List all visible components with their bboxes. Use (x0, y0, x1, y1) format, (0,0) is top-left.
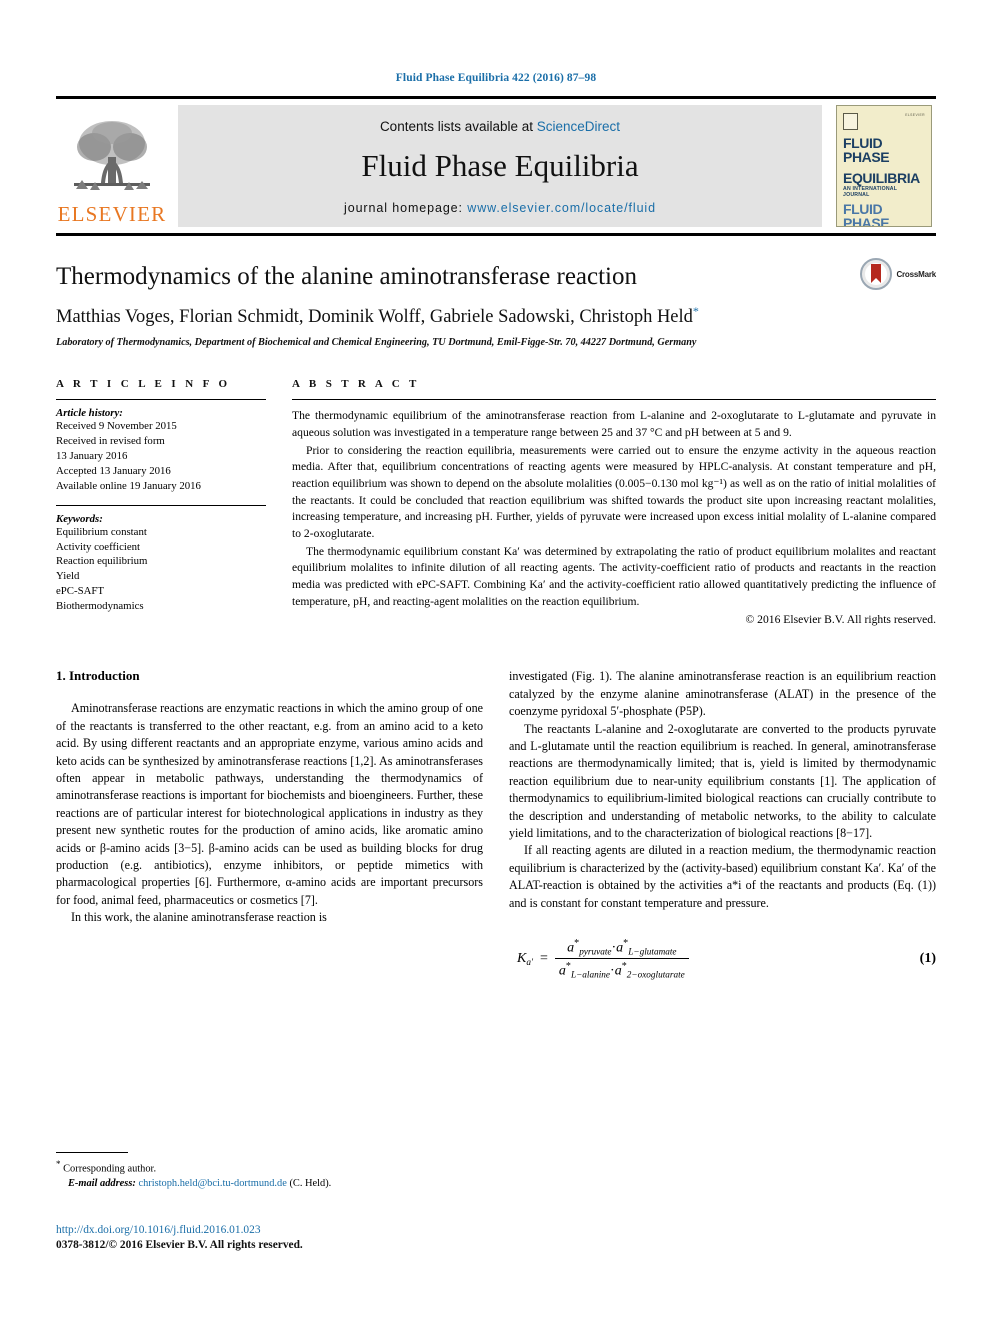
journal-masthead: ELSEVIER Contents lists available at Sci… (56, 96, 936, 236)
intro-paragraph: In this work, the alanine aminotransfera… (71, 910, 327, 925)
article-info-column: A R T I C L E I N F O Article history: R… (56, 378, 266, 626)
cover-corner-text: ELSEVIER (905, 113, 925, 117)
running-head: Fluid Phase Equilibria 422 (2016) 87–98 (395, 72, 597, 84)
email-label: E-mail address: (68, 1178, 136, 1190)
crossmark-icon (860, 258, 893, 290)
equation-lhs-subscript: a′ (526, 956, 533, 967)
equation-numerator: a*pyruvate·a*L−glutamate (563, 938, 680, 958)
intro-paragraph: If all reacting agents are diluted in a … (509, 843, 936, 910)
equation-lhs: Ka′ (517, 951, 533, 967)
intro-paragraph: investigated (Fig. 1). The alanine amino… (509, 669, 936, 719)
article-info-heading: A R T I C L E I N F O (56, 378, 231, 391)
issn-copyright-line: 0378-3812/© 2016 Elsevier B.V. All right… (56, 1239, 303, 1252)
author-names: Matthias Voges, Florian Schmidt, Dominik… (56, 307, 693, 328)
abstract-heading: A B S T R A C T (292, 378, 420, 391)
section-heading-introduction: 1. Introduction (56, 668, 140, 684)
contents-prefix: Contents lists available at (379, 119, 537, 134)
article-history-item: Available online 19 January 2016 (56, 479, 201, 492)
elsevier-logo: ELSEVIER (56, 105, 168, 227)
num-a1-sub: pyruvate (579, 946, 612, 957)
contents-available-line: Contents lists available at ScienceDirec… (380, 119, 620, 134)
masthead-center-panel: Contents lists available at ScienceDirec… (178, 105, 822, 227)
keyword-item: Biothermodynamics (56, 600, 144, 613)
abstract-column: A B S T R A C T The thermodynamic equili… (292, 378, 936, 626)
corresponding-author-marker: * (692, 304, 699, 318)
email-note: E-mail address: christoph.held@bci.tu-do… (56, 1177, 456, 1192)
title-block: CrossMark Thermodynamics of the alanine … (56, 258, 936, 349)
cover-topbar: ELSEVIER (843, 113, 925, 130)
journal-cover-thumbnail: ELSEVIER FLUID PHASE EQUILIBRIA AN INTER… (832, 105, 936, 227)
equation-number: (1) (919, 950, 936, 966)
corresponding-author-note: * Corresponding author. (56, 1158, 456, 1177)
keyword-item: Equilibrium constant (56, 525, 147, 538)
footnote-rule (56, 1152, 128, 1153)
article-history-item: Received 9 November 2015 (56, 420, 177, 433)
den-a2-sub: 2−oxoglutarate (626, 969, 685, 980)
cover-line2: EQUILIBRIA (843, 169, 920, 186)
intro-paragraph: Aminotransferase reactions are enzymatic… (56, 701, 483, 907)
abstract-copyright: © 2016 Elsevier B.V. All rights reserved… (745, 613, 936, 627)
equation-denominator: a*L−alanine·a*2−oxoglutarate (554, 957, 689, 980)
den-a1-sub: L−alanine (570, 969, 611, 980)
article-history-item: 13 January 2016 (56, 449, 128, 462)
author-list: Matthias Voges, Florian Schmidt, Dominik… (56, 304, 936, 328)
cover-line1: FLUID PHASE (843, 135, 890, 166)
article-info-rule (56, 399, 266, 401)
article-history-item: Accepted 13 January 2016 (56, 464, 171, 477)
crossmark-badge[interactable]: CrossMark (860, 258, 936, 290)
elsevier-tree-icon (74, 121, 150, 190)
keyword-item: ePC-SAFT (56, 585, 104, 598)
email-link[interactable]: christoph.held@bci.tu-dortmund.de (138, 1178, 286, 1189)
keywords-label: Keywords: (56, 512, 103, 525)
footnote-star: * (56, 1159, 61, 1169)
cover-line3: FLUID PHASE (843, 200, 890, 227)
den-a2: a (614, 963, 622, 979)
cover-elsevier-mini-icon (843, 113, 858, 130)
den-a1: a (558, 963, 566, 979)
abstract-paragraph: The thermodynamic equilibrium of the ami… (292, 409, 936, 439)
equation-lhs-symbol: K (517, 950, 527, 966)
num-a2-sub: L−glutamate (628, 946, 677, 957)
sciencedirect-link[interactable]: ScienceDirect (537, 119, 620, 134)
article-body: 1. Introduction Aminotransferase reactio… (56, 668, 936, 979)
keyword-item: Reaction equilibrium (56, 555, 148, 568)
homepage-url-link[interactable]: www.elsevier.com/locate/fluid (467, 201, 656, 215)
intro-paragraph: The reactants L-alanine and 2-oxoglutara… (509, 721, 936, 841)
journal-title: Fluid Phase Equilibria (361, 148, 639, 184)
equation-1: Ka′ = a*pyruvate·a*L−glutamate a*L−alani… (509, 938, 689, 979)
cover-subtitle: AN INTERNATIONAL JOURNAL (843, 185, 898, 198)
journal-homepage-line: journal homepage: www.elsevier.com/locat… (344, 201, 656, 215)
elsevier-wordmark: ELSEVIER (57, 202, 167, 226)
footnote-block: * Corresponding author. E-mail address: … (56, 1152, 456, 1192)
keyword-item: Activity coefficient (56, 540, 141, 553)
email-suffix: (C. Held). (289, 1178, 332, 1190)
body-column-right: investigated (Fig. 1). The alanine amino… (509, 668, 936, 979)
abstract-paragraph: The thermodynamic equilibrium constant K… (292, 544, 936, 608)
corresponding-author-text: Corresponding author. (63, 1163, 157, 1175)
article-history-label: Article history: (56, 407, 123, 420)
abstract-paragraph: Prior to considering the reaction equili… (292, 443, 936, 540)
keyword-item: Yield (56, 570, 80, 583)
body-column-left: 1. Introduction Aminotransferase reactio… (56, 668, 483, 979)
doi-block: http://dx.doi.org/10.1016/j.fluid.2016.0… (56, 1222, 303, 1251)
doi-link[interactable]: http://dx.doi.org/10.1016/j.fluid.2016.0… (56, 1222, 303, 1239)
article-history-item: Received in revised form (56, 435, 165, 448)
equation-row: Ka′ = a*pyruvate·a*L−glutamate a*L−alani… (509, 938, 936, 979)
paper-page: Fluid Phase Equilibria 422 (2016) 87–98 … (0, 0, 992, 1323)
info-abstract-area: A R T I C L E I N F O Article history: R… (56, 378, 936, 626)
equation-fraction: a*pyruvate·a*L−glutamate a*L−alanine·a*2… (554, 938, 689, 980)
keywords-rule (56, 504, 266, 506)
affiliation: Laboratory of Thermodynamics, Department… (56, 337, 697, 349)
homepage-prefix: journal homepage: (344, 201, 468, 215)
page-title: Thermodynamics of the alanine aminotrans… (56, 263, 638, 290)
crossmark-label: CrossMark (896, 269, 936, 279)
equation-equals: = (539, 950, 548, 966)
cover-art: ELSEVIER FLUID PHASE EQUILIBRIA AN INTER… (836, 105, 932, 227)
